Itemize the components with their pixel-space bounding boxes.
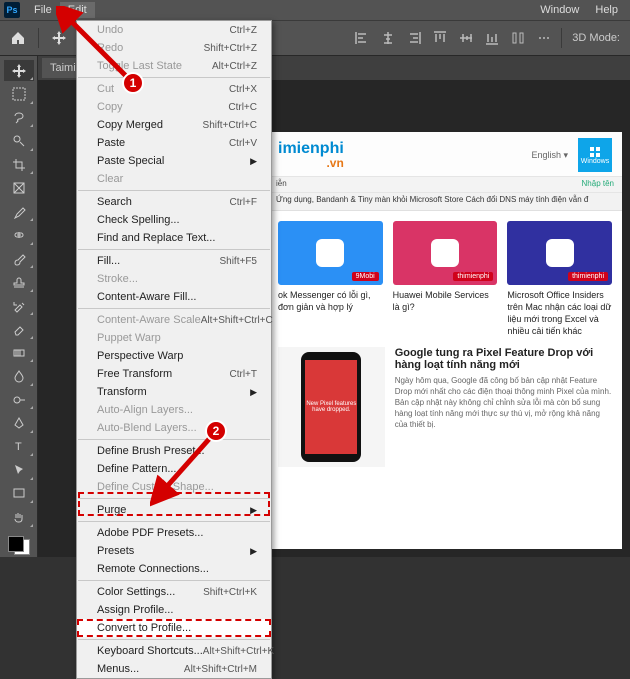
shape-tool[interactable] <box>4 483 34 504</box>
menu-item-free-transform[interactable]: Free TransformCtrl+T <box>77 365 271 383</box>
tools-panel: T <box>0 56 38 557</box>
menu-file[interactable]: File <box>26 2 60 18</box>
menu-item-convert-to-profile[interactable]: Convert to Profile... <box>77 619 271 637</box>
menu-item-content-aware-scale: Content-Aware ScaleAlt+Shift+Ctrl+C <box>77 311 271 329</box>
content-card[interactable]: 9Mobiok Messenger có lỗi gì, đơn giản và… <box>278 221 383 337</box>
frame-tool[interactable] <box>4 177 34 198</box>
windows-badge: Windows <box>578 138 612 172</box>
3d-mode-label: 3D Mode: <box>568 32 624 44</box>
align-bottom-icon[interactable] <box>481 27 503 49</box>
quick-select-tool[interactable] <box>4 130 34 151</box>
dodge-tool[interactable] <box>4 389 34 410</box>
tutorial-arrow-1 <box>56 6 136 86</box>
heal-tool[interactable] <box>4 224 34 245</box>
menu-item-adobe-pdf-presets[interactable]: Adobe PDF Presets... <box>77 524 271 542</box>
eyedropper-tool[interactable] <box>4 201 34 222</box>
marquee-tool[interactable] <box>4 83 34 104</box>
menu-item-color-settings[interactable]: Color Settings...Shift+Ctrl+K <box>77 583 271 601</box>
menu-item-search[interactable]: SearchCtrl+F <box>77 193 271 211</box>
menu-item-paste[interactable]: PasteCtrl+V <box>77 134 271 152</box>
login-link[interactable]: Nhập tên <box>582 179 614 188</box>
language-selector[interactable]: English ▾ <box>531 150 568 161</box>
path-select-tool[interactable] <box>4 459 34 480</box>
stamp-tool[interactable] <box>4 271 34 292</box>
hand-tool[interactable] <box>4 506 34 527</box>
menu-item-keyboard-shortcuts[interactable]: Keyboard Shortcuts...Alt+Shift+Ctrl+K <box>77 642 271 660</box>
article-excerpt: Ngày hôm qua, Google đã công bố bản cập … <box>395 375 612 430</box>
menu-item-menus[interactable]: Menus...Alt+Shift+Ctrl+M <box>77 660 271 678</box>
menu-item-check-spelling[interactable]: Check Spelling... <box>77 211 271 229</box>
menu-item-stroke: Stroke... <box>77 270 271 288</box>
edit-menu-dropdown: UndoCtrl+ZRedoShift+Ctrl+ZToggle Last St… <box>76 20 272 679</box>
menu-item-paste-special[interactable]: Paste Special▶ <box>77 152 271 170</box>
menu-item-clear: Clear <box>77 170 271 188</box>
news-ticker: Ứng dụng, Bandanh & Tiny màn khỏi Micros… <box>268 193 622 211</box>
site-logo: imienphi.vn <box>278 140 344 170</box>
align-right-icon[interactable] <box>403 27 425 49</box>
pen-tool[interactable] <box>4 412 34 433</box>
menu-item-copy-merged[interactable]: Copy MergedShift+Ctrl+C <box>77 116 271 134</box>
menu-help[interactable]: Help <box>587 2 626 18</box>
menu-item-copy: CopyCtrl+C <box>77 98 271 116</box>
menu-item-content-aware-fill[interactable]: Content-Aware Fill... <box>77 288 271 306</box>
menu-item-remote-connections[interactable]: Remote Connections... <box>77 560 271 578</box>
article-thumb: New Pixel featureshave dropped. <box>278 347 385 467</box>
menu-item-assign-profile[interactable]: Assign Profile... <box>77 601 271 619</box>
align-vcenter-icon[interactable] <box>455 27 477 49</box>
history-brush-tool[interactable] <box>4 295 34 316</box>
menu-item-transform[interactable]: Transform▶ <box>77 383 271 401</box>
menu-item-puppet-warp: Puppet Warp <box>77 329 271 347</box>
home-icon[interactable] <box>6 26 30 50</box>
svg-text:T: T <box>15 441 22 453</box>
site-tab: iễn <box>276 179 287 188</box>
eraser-tool[interactable] <box>4 318 34 339</box>
app-logo: Ps <box>4 2 20 18</box>
tutorial-step-2: 2 <box>205 420 227 442</box>
lasso-tool[interactable] <box>4 107 34 128</box>
menu-item-fill[interactable]: Fill...Shift+F5 <box>77 252 271 270</box>
menu-item-find-and-replace-text[interactable]: Find and Replace Text... <box>77 229 271 247</box>
document-content: imienphi.vn English ▾ Windows iễn Nhập tê… <box>268 132 622 549</box>
menu-window[interactable]: Window <box>532 2 587 18</box>
move-tool[interactable] <box>4 60 34 81</box>
type-tool[interactable]: T <box>4 436 34 457</box>
menu-item-perspective-warp[interactable]: Perspective Warp <box>77 347 271 365</box>
content-card[interactable]: thimienphiHuawei Mobile Services là gì? <box>393 221 498 337</box>
align-hcenter-icon[interactable] <box>377 27 399 49</box>
content-card[interactable]: thimienphiMicrosoft Office Insiders trên… <box>507 221 612 337</box>
more-options-icon[interactable] <box>533 27 555 49</box>
tutorial-step-1: 1 <box>122 72 144 94</box>
align-left-icon[interactable] <box>351 27 373 49</box>
menu-item-auto-align-layers: Auto-Align Layers... <box>77 401 271 419</box>
menu-item-presets[interactable]: Presets▶ <box>77 542 271 560</box>
crop-tool[interactable] <box>4 154 34 175</box>
gradient-tool[interactable] <box>4 342 34 363</box>
color-swatch[interactable] <box>6 534 32 557</box>
blur-tool[interactable] <box>4 365 34 386</box>
distribute-icon[interactable] <box>507 27 529 49</box>
align-top-icon[interactable] <box>429 27 451 49</box>
brush-tool[interactable] <box>4 248 34 269</box>
article-title[interactable]: Google tung ra Pixel Feature Drop với hà… <box>395 347 612 371</box>
